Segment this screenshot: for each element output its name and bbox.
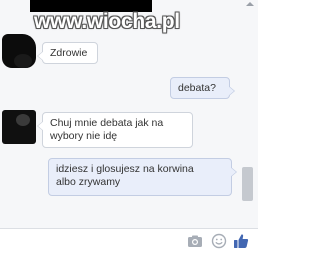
like-icon[interactable] [232,232,250,250]
message-line: Chuj mnie debata jak na [50,117,164,129]
message-text: Zdrowie [50,47,88,59]
emoji-icon[interactable] [210,232,228,250]
camera-icon[interactable] [186,232,204,250]
contact-avatar[interactable] [2,34,36,68]
chat-conversation: www.wiocha.pl Zdrowie debata? Chuj mnie … [0,0,258,230]
message-text: debata? [178,82,216,94]
watermark: www.wiocha.pl [34,10,180,33]
scroll-up-icon[interactable] [246,2,254,6]
message-line: wybory nie idę [50,130,118,142]
scrollbar-thumb[interactable] [242,167,253,201]
message-line: albo zrywamy [56,176,121,188]
message-bubble-outgoing: debata? [170,77,235,99]
message-bubble-outgoing: idziesz i glosujesz na korwina albo zryw… [48,158,237,196]
message-input[interactable] [4,231,178,255]
message-composer [0,228,258,256]
contact-avatar[interactable] [2,110,36,144]
message-line: idziesz i glosujesz na korwina [56,163,194,175]
message-bubble-incoming: Zdrowie [37,42,98,64]
message-bubble-incoming: Chuj mnie debata jak na wybory nie idę [37,112,193,148]
